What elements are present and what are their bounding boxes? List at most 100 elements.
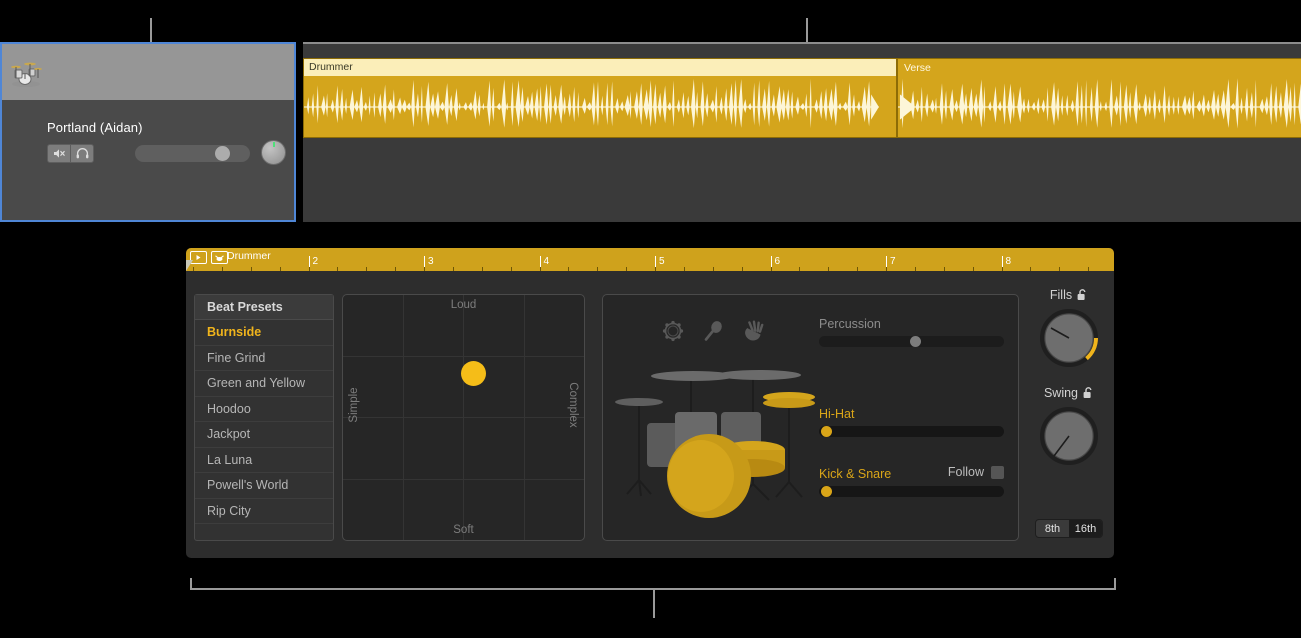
playhead[interactable] xyxy=(186,260,193,271)
preset-item[interactable]: Rip City xyxy=(195,499,333,524)
ruler-tick xyxy=(193,267,194,271)
track-header[interactable]: Portland (Aidan) xyxy=(0,42,296,222)
hihat-slider-group: Hi-Hat xyxy=(819,407,1004,437)
region-header-strip xyxy=(304,59,896,76)
kick-snare-slider-label: Kick & Snare xyxy=(819,467,892,481)
mute-button[interactable] xyxy=(47,144,71,163)
ruler-tick xyxy=(1030,267,1032,271)
preset-item[interactable]: Hoodoo xyxy=(195,397,333,422)
region-title: Drummer xyxy=(309,61,353,73)
ruler-label: Drummer xyxy=(227,250,271,262)
ruler-tick xyxy=(655,267,656,271)
ruler-tick xyxy=(250,267,252,271)
ruler-tick xyxy=(279,267,281,271)
ruler-tick xyxy=(568,267,570,271)
region-verse[interactable]: Verse xyxy=(897,58,1301,138)
drummer-region-icon[interactable] xyxy=(211,251,228,264)
knob-panel: Fills Swing 8th 16th xyxy=(1031,288,1107,538)
swing-division-segmented-control[interactable]: 8th 16th xyxy=(1035,519,1103,538)
swing-knob-label-row: Swing xyxy=(1031,386,1107,400)
ruler-bar-number: 4 xyxy=(539,256,549,269)
ruler-bar-number: 7 xyxy=(886,256,896,269)
preset-item[interactable]: Powell's World xyxy=(195,473,333,499)
track-area: Portland (Aidan) Drummer Verse xyxy=(0,42,1301,222)
volume-slider-thumb[interactable] xyxy=(215,146,230,161)
track-name: Portland (Aidan) xyxy=(47,120,143,135)
percussion-slider[interactable] xyxy=(819,336,1004,347)
preset-item[interactable]: Fine Grind xyxy=(195,346,333,371)
ruler-tick xyxy=(510,267,512,271)
hihat-slider[interactable] xyxy=(819,426,1004,437)
ruler-bar-number: 5 xyxy=(655,256,665,269)
xy-pad-puck[interactable] xyxy=(461,361,486,386)
unlocked-padlock-icon[interactable] xyxy=(1077,289,1088,301)
ruler-tick xyxy=(1059,267,1061,271)
fills-knob[interactable] xyxy=(1037,306,1101,370)
unlocked-padlock-icon[interactable] xyxy=(1083,387,1094,399)
ruler-tick xyxy=(308,267,310,271)
tambourine-icon[interactable] xyxy=(661,319,685,343)
pan-knob-indicator xyxy=(273,142,275,147)
ruler-tick xyxy=(914,267,916,271)
track-lane[interactable]: Drummer Verse xyxy=(303,42,1301,222)
region-waveform xyxy=(304,78,879,129)
follow-control[interactable]: Follow xyxy=(948,465,1004,479)
ruler-tick xyxy=(337,267,339,271)
ruler-tick xyxy=(857,267,859,271)
preset-item[interactable]: La Luna xyxy=(195,448,333,473)
xy-pad-label-loud: Loud xyxy=(450,299,477,311)
beat-presets-items: Burnside Fine Grind Green and Yellow Hoodoo… xyxy=(195,320,333,524)
preset-item[interactable]: Green and Yellow xyxy=(195,371,333,397)
kick-snare-slider-thumb[interactable] xyxy=(820,486,832,497)
region-title: Verse xyxy=(904,62,931,74)
percussion-slider-group: Percussion xyxy=(819,317,1004,347)
ruler-tick xyxy=(886,267,887,271)
mute-speaker-icon xyxy=(53,149,65,158)
ruler-tick xyxy=(539,267,541,271)
hihat-slider-thumb[interactable] xyxy=(820,426,832,437)
ruler-tick xyxy=(972,267,974,271)
swing-division-option[interactable]: 8th xyxy=(1036,520,1069,537)
follow-label: Follow xyxy=(947,465,984,479)
ruler-bar-number: 8 xyxy=(1001,256,1011,269)
ruler-tick xyxy=(481,267,483,271)
ruler-buttons xyxy=(190,251,228,264)
kick-snare-slider[interactable] xyxy=(819,486,1004,497)
drum-kit-panel: Percussion Hi-Hat Kick & Snare Follow xyxy=(602,294,1019,541)
xy-pad-label-simple: Simple xyxy=(348,387,360,423)
preset-item[interactable]: Jackpot xyxy=(195,422,333,448)
percussion-slider-thumb[interactable] xyxy=(909,336,921,347)
preset-item[interactable]: Burnside xyxy=(195,320,333,346)
swing-division-option[interactable]: 16th xyxy=(1069,520,1102,537)
percussion-icons xyxy=(661,319,765,343)
ruler-tick xyxy=(366,267,368,271)
ruler-tick xyxy=(712,267,714,271)
drummer-editor: Drummer 2 3 4 5 6 7 8 Beat Presets Burnside Fin… xyxy=(186,248,1114,558)
track-header-top-strip xyxy=(2,44,294,100)
drum-kit-illustration[interactable] xyxy=(613,350,833,530)
beat-presets-list[interactable]: Beat Presets Burnside Fine Grind Green and… xyxy=(194,294,334,541)
ruler-bar-number: 3 xyxy=(424,256,434,269)
editor-ruler[interactable]: Drummer 2 3 4 5 6 7 8 xyxy=(186,248,1114,271)
clap-hand-icon[interactable] xyxy=(741,319,765,343)
headphones-icon xyxy=(76,148,88,159)
fills-knob-label-row: Fills xyxy=(1031,288,1107,302)
pan-knob[interactable] xyxy=(261,140,286,165)
beat-presets-header: Beat Presets xyxy=(195,295,333,320)
ruler-bar-number: 2 xyxy=(308,256,318,269)
swing-knob[interactable] xyxy=(1037,404,1101,468)
follow-checkbox[interactable] xyxy=(991,465,1004,479)
ruler-tick xyxy=(1088,267,1090,271)
volume-slider[interactable] xyxy=(135,145,250,162)
region-drummer[interactable]: Drummer xyxy=(303,58,897,138)
solo-button[interactable] xyxy=(70,144,94,163)
ruler-tick xyxy=(452,267,454,271)
xy-pad[interactable]: Loud Soft Simple Complex xyxy=(342,294,585,541)
ruler-tick xyxy=(395,267,397,271)
xy-pad-label-complex: Complex xyxy=(567,382,579,428)
shaker-icon[interactable] xyxy=(701,319,725,343)
hihat-slider-label: Hi-Hat xyxy=(819,407,855,421)
ruler-tick xyxy=(221,267,223,271)
ruler-tick xyxy=(770,267,772,271)
kick-snare-slider-group: Kick & Snare Follow xyxy=(819,465,1004,497)
